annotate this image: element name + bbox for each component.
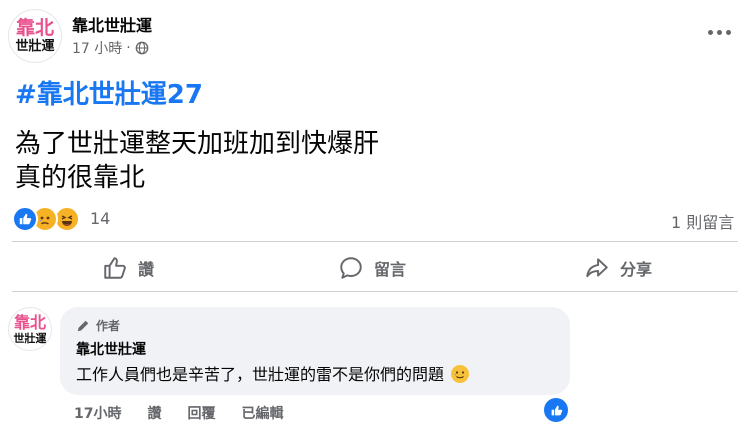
post-meta: 17 小時 · [72, 38, 149, 58]
post-hashtag[interactable]: #靠北世壯運27 [15, 74, 203, 111]
comment-text: 工作人員們也是辛苦了，世壯運的雷不是你們的問題 [76, 361, 470, 385]
crying-smile-emoji-icon [451, 365, 470, 383]
comment-count[interactable]: 1 則留言 [671, 209, 734, 233]
share-button[interactable]: 分享 [584, 255, 652, 281]
like-button-label: 讚 [138, 260, 155, 279]
pencil-icon [76, 319, 90, 333]
reaction-count[interactable]: 14 [90, 209, 110, 228]
more-dots-icon[interactable] [708, 26, 736, 38]
share-button-label: 分享 [620, 260, 653, 279]
comment-button-label: 留言 [374, 260, 407, 279]
meta-separator: · [126, 40, 131, 56]
comment-text-content: 工作人員們也是辛苦了，世壯運的雷不是你們的問題 [76, 365, 445, 384]
like-button[interactable]: 讚 [102, 255, 154, 281]
comment-avatar-text-top: 靠北 [13, 312, 46, 332]
comment-like-button[interactable]: 讚 [147, 403, 161, 423]
divider-top [12, 241, 738, 242]
comment-reply-button[interactable]: 回覆 [187, 403, 215, 423]
comment-time[interactable]: 17小時 [74, 403, 121, 423]
comment-edited-label[interactable]: 已編輯 [241, 403, 283, 423]
avatar-text-top: 靠北 [15, 17, 54, 39]
divider-bottom [12, 291, 738, 292]
comment-like-reaction-icon[interactable] [544, 398, 568, 422]
post-time[interactable]: 17 小時 [72, 38, 122, 58]
avatar-text-bottom: 世壯運 [15, 39, 55, 54]
globe-icon[interactable] [135, 41, 149, 55]
page-avatar[interactable]: 靠北 世壯運 [8, 9, 62, 63]
comment-author[interactable]: 靠北世壯運 [76, 339, 146, 359]
comment-avatar-text-bottom: 世壯運 [13, 331, 47, 345]
author-badge-label: 作者 [96, 319, 121, 333]
page-name[interactable]: 靠北世壯運 [72, 12, 152, 36]
author-badge: 作者 [76, 317, 120, 334]
comment-bubble: 作者 靠北世壯運 工作人員們也是辛苦了，世壯運的雷不是你們的問題 [60, 307, 570, 395]
like-reaction-icon [12, 206, 38, 232]
share-arrow-icon [584, 255, 610, 281]
post-body-line-1: 為了世壯運整天加班加到快爆肝 [15, 129, 380, 159]
thumbs-up-icon [102, 255, 128, 281]
comment-avatar[interactable]: 靠北 世壯運 [8, 307, 52, 351]
post-body-line-2: 真的很靠北 [15, 163, 146, 193]
comment-actions: 17小時 讚 回覆 已編輯 [74, 403, 283, 423]
speech-bubble-icon [338, 255, 364, 281]
comment-button[interactable]: 留言 [338, 255, 406, 281]
reaction-icons[interactable] [12, 206, 88, 232]
